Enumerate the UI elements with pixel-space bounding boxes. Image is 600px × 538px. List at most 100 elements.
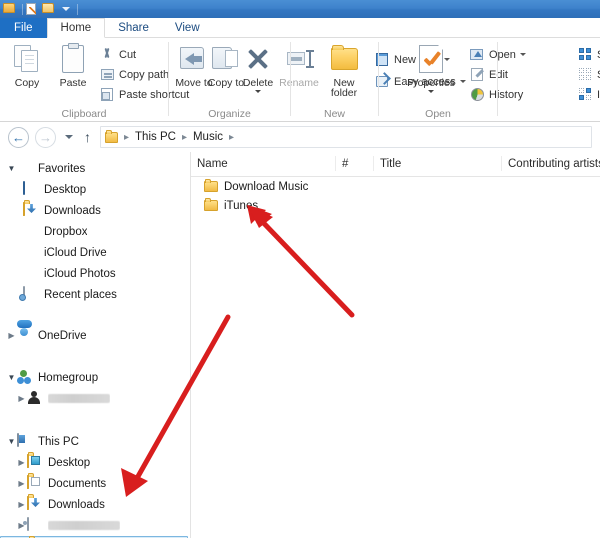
homegroup-icon bbox=[17, 370, 33, 385]
tab-file[interactable]: File bbox=[0, 18, 47, 38]
tab-home[interactable]: Home bbox=[46, 18, 106, 38]
expander-closed-icon[interactable]: ▶ bbox=[16, 394, 27, 403]
this-pc-icon bbox=[17, 433, 33, 449]
select-none-icon bbox=[578, 67, 593, 82]
copy-path-button[interactable]: Copy path bbox=[100, 66, 169, 83]
ribbon-group-clipboard: Copy Paste Cut Copy path Paste shortcut … bbox=[0, 38, 189, 122]
redacted-drive-name bbox=[48, 520, 120, 530]
cut-button[interactable]: Cut bbox=[100, 46, 136, 63]
sidebar-item-icloud-drive[interactable]: iCloud Drive bbox=[0, 242, 190, 263]
sidebar-item-icloud-photos[interactable]: iCloud Photos bbox=[0, 263, 190, 284]
sidebar-label-icloud-drive: iCloud Drive bbox=[44, 246, 107, 259]
expander-open-icon[interactable]: ▼ bbox=[6, 164, 17, 173]
file-name-itunes: iTunes bbox=[224, 199, 259, 212]
copy-button[interactable]: Copy bbox=[4, 42, 50, 89]
sidebar-section-this-pc[interactable]: ▼ This PC bbox=[0, 431, 190, 452]
downloads-folder-icon bbox=[23, 202, 39, 218]
tab-view[interactable]: View bbox=[162, 18, 213, 38]
breadcrumb-this-pc[interactable]: This PC bbox=[133, 131, 178, 143]
expander-closed-icon[interactable]: ▶ bbox=[6, 331, 17, 340]
sidebar-label-homegroup: Homegroup bbox=[38, 371, 99, 384]
sidebar-item-documents[interactable]: ▶ Documents bbox=[0, 473, 190, 494]
icloud-photos-icon bbox=[23, 266, 39, 281]
sidebar-item-recent-places[interactable]: Recent places bbox=[0, 284, 190, 305]
file-list: Download Music iTunes bbox=[191, 177, 600, 215]
sidebar-label-favorites: Favorites bbox=[38, 162, 86, 175]
expander-open-icon[interactable]: ▼ bbox=[6, 373, 17, 382]
sidebar-label-icloud-photos: iCloud Photos bbox=[44, 267, 116, 280]
file-row-itunes[interactable]: iTunes bbox=[191, 196, 600, 215]
sidebar-label-desktop: Desktop bbox=[44, 183, 87, 196]
sidebar-label-desktop-pc: Desktop bbox=[48, 456, 91, 469]
expander-open-icon[interactable]: ▼ bbox=[6, 437, 17, 446]
tab-share[interactable]: Share bbox=[105, 18, 162, 38]
drive-icon bbox=[27, 517, 43, 533]
quick-access-dropdown-chevron-icon[interactable] bbox=[62, 7, 70, 11]
paste-button[interactable]: Paste bbox=[50, 42, 96, 89]
select-all-icon bbox=[578, 47, 593, 62]
folder-icon bbox=[204, 198, 218, 211]
sidebar-item-dropbox[interactable]: Dropbox bbox=[0, 221, 190, 242]
new-folder-icon bbox=[321, 42, 367, 76]
forward-button[interactable]: → bbox=[35, 126, 56, 148]
sidebar-label-onedrive: OneDrive bbox=[38, 329, 87, 342]
dropbox-icon bbox=[23, 224, 39, 239]
onedrive-icon bbox=[17, 328, 33, 343]
ribbon-group-organize: Move to Copy to Delete Rename Organize bbox=[169, 38, 319, 122]
expander-closed-icon[interactable]: ▶ bbox=[16, 479, 27, 488]
expander-closed-icon[interactable]: ▶ bbox=[16, 500, 27, 509]
sidebar-item-redacted-drive[interactable]: ▶ bbox=[0, 515, 190, 536]
column-header-title[interactable]: Title bbox=[374, 152, 502, 176]
breadcrumb-music[interactable]: Music bbox=[191, 131, 225, 143]
delete-button[interactable]: Delete bbox=[235, 42, 281, 93]
select-none-button[interactable]: Se bbox=[578, 66, 600, 83]
quick-access-separator bbox=[22, 3, 23, 15]
invert-selection-icon bbox=[578, 87, 593, 102]
sidebar-label-homegroup-user bbox=[48, 393, 110, 405]
sidebar-item-desktop[interactable]: Desktop bbox=[0, 179, 190, 200]
breadcrumb-folder-icon bbox=[105, 129, 118, 143]
quick-access-properties-icon[interactable] bbox=[26, 2, 39, 16]
quick-access-folder-icon[interactable] bbox=[3, 2, 16, 16]
sidebar-label-documents: Documents bbox=[48, 477, 107, 490]
properties-caret-icon[interactable] bbox=[428, 90, 434, 93]
folder-icon bbox=[204, 179, 218, 192]
copy-icon bbox=[4, 42, 50, 76]
quick-access-folder2-icon[interactable] bbox=[42, 2, 55, 16]
column-header-contributing-artists[interactable]: Contributing artists bbox=[502, 152, 600, 176]
breadcrumb[interactable]: ▸ This PC ▸ Music ▸ bbox=[100, 126, 592, 148]
new-folder-button[interactable]: New folder bbox=[321, 42, 367, 98]
file-list-pane: Name # Title Contributing artists Downlo… bbox=[191, 152, 600, 538]
sidebar-item-desktop-pc[interactable]: ▶ Desktop bbox=[0, 452, 190, 473]
history-icon bbox=[470, 87, 485, 102]
sidebar-item-downloads[interactable]: Downloads bbox=[0, 200, 190, 221]
delete-icon bbox=[235, 42, 281, 76]
navigation-pane: ▼ Favorites Desktop Downloads Dropbox iC… bbox=[0, 152, 190, 538]
select-all-button[interactable]: Se bbox=[578, 46, 600, 63]
documents-folder-icon bbox=[27, 475, 43, 491]
properties-button[interactable]: Properties bbox=[405, 42, 457, 93]
person-icon bbox=[27, 391, 43, 406]
invert-selection-button[interactable]: In bbox=[578, 86, 600, 103]
sidebar-item-downloads-pc[interactable]: ▶ Downloads bbox=[0, 494, 190, 515]
main-area: ▼ Favorites Desktop Downloads Dropbox iC… bbox=[0, 152, 600, 538]
sidebar-section-favorites[interactable]: ▼ Favorites bbox=[0, 158, 190, 179]
sidebar-section-onedrive[interactable]: ▶ OneDrive bbox=[0, 325, 190, 346]
star-icon bbox=[17, 161, 33, 176]
file-row-download-music[interactable]: Download Music bbox=[191, 177, 600, 196]
open-icon bbox=[470, 47, 485, 62]
delete-caret-icon[interactable] bbox=[255, 90, 261, 93]
back-button[interactable]: ← bbox=[8, 126, 29, 148]
sidebar-label-downloads-pc: Downloads bbox=[48, 498, 105, 511]
redacted-username bbox=[48, 393, 110, 403]
sidebar-section-homegroup[interactable]: ▼ Homegroup bbox=[0, 367, 190, 388]
recent-locations-chevron-icon[interactable] bbox=[65, 135, 73, 139]
column-header-name[interactable]: Name bbox=[191, 152, 336, 176]
breadcrumb-separator-2: ▸ bbox=[229, 131, 235, 143]
expander-closed-icon[interactable]: ▶ bbox=[16, 458, 27, 467]
up-button[interactable]: ↑ bbox=[84, 130, 91, 144]
desktop-monitor-icon bbox=[23, 181, 39, 197]
column-header-number[interactable]: # bbox=[336, 152, 374, 176]
sidebar-item-homegroup-user[interactable]: ▶ bbox=[0, 388, 190, 409]
ribbon: Copy Paste Cut Copy path Paste shortcut … bbox=[0, 38, 600, 122]
